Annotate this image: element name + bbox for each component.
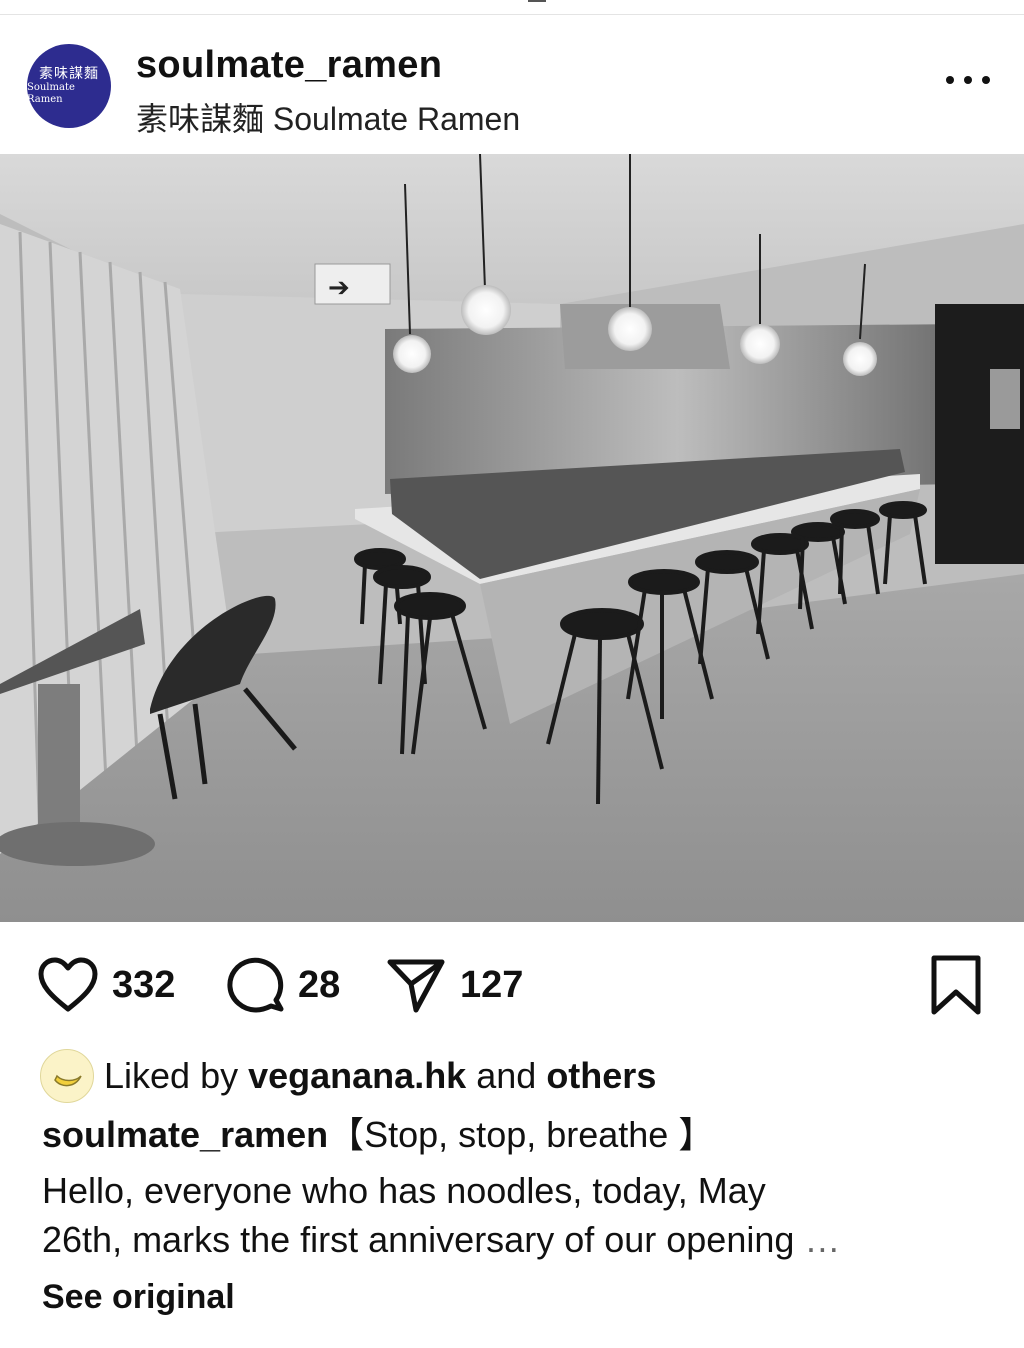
caption-line-1: Hello, everyone who has noodles, today, …: [42, 1170, 766, 1211]
like-button[interactable]: 332: [38, 952, 175, 1018]
avatar-text-en: Soulmate Ramen: [27, 82, 75, 105]
send-icon: [387, 959, 445, 1013]
liked-by-prefix: Liked by: [104, 1055, 239, 1096]
heart-icon: [38, 957, 98, 1012]
svg-text:➔: ➔: [328, 273, 350, 303]
caption-body: Hello, everyone who has noodles, today, …: [42, 1166, 1002, 1264]
more-options-icon[interactable]: [946, 70, 990, 90]
comment-button[interactable]: 28: [226, 952, 340, 1018]
liked-by-others[interactable]: others: [546, 1055, 656, 1097]
see-original-link[interactable]: See original: [42, 1278, 235, 1317]
liked-by-row[interactable]: Liked by veganana.hk and others: [40, 1048, 656, 1104]
avatar[interactable]: 素味謀麵 Soulmate Ramen: [27, 44, 111, 128]
post-username[interactable]: soulmate_ramen: [136, 44, 442, 87]
post-subtitle[interactable]: 素味謀麵 Soulmate Ramen: [136, 94, 520, 140]
post-header: 素味謀麵 Soulmate Ramen soulmate_ramen 素味謀麵 …: [0, 30, 1024, 150]
top-divider: [0, 14, 1024, 15]
caption-line-2: 26th, marks the first anniversary of our…: [42, 1219, 795, 1260]
banana-icon: [54, 1074, 82, 1087]
post-photo[interactable]: ➔: [0, 154, 1024, 922]
post-actions: 332 28 127: [0, 952, 1024, 1022]
caption-headline: 【Stop, stop, breathe 】: [328, 1114, 715, 1155]
like-count: 332: [112, 963, 176, 1006]
avatar-text-cn: 素味謀麵: [39, 66, 99, 82]
liked-by-middle: and: [476, 1055, 537, 1096]
liked-by-user[interactable]: veganana.hk: [248, 1055, 466, 1097]
top-indicator: [528, 0, 546, 2]
restaurant-photo-illustration: ➔: [0, 154, 1024, 922]
share-count: 127: [460, 963, 524, 1006]
caption-more[interactable]: …: [804, 1219, 840, 1260]
comment-count: 28: [298, 963, 341, 1006]
caption-username[interactable]: soulmate_ramen: [42, 1114, 328, 1155]
bookmark-icon[interactable]: [926, 954, 986, 1018]
liker-avatar: [40, 1049, 94, 1103]
share-button[interactable]: 127: [386, 952, 523, 1018]
comment-icon: [227, 957, 284, 1013]
caption-headline-row: soulmate_ramen【Stop, stop, breathe 】: [42, 1110, 1002, 1160]
